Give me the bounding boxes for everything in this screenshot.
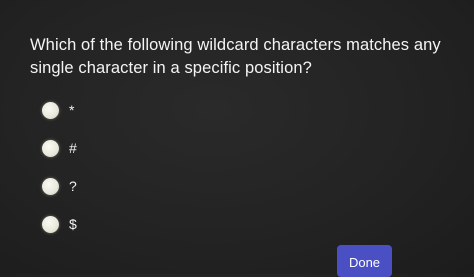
option-hash[interactable]: #	[42, 138, 77, 158]
option-question-mark[interactable]: ?	[42, 176, 77, 196]
option-label: *	[69, 102, 75, 118]
answer-options: * # ? $	[42, 100, 77, 252]
radio-button-asterisk[interactable]	[42, 101, 59, 119]
option-asterisk[interactable]: *	[42, 100, 77, 120]
radio-button-hash[interactable]	[42, 139, 59, 157]
radio-button-question-mark[interactable]	[42, 177, 59, 195]
option-label: ?	[69, 178, 77, 194]
option-label: #	[69, 140, 77, 156]
done-button[interactable]: Done	[337, 245, 392, 277]
option-dollar[interactable]: $	[42, 214, 77, 234]
question-text: Which of the following wildcard characte…	[30, 36, 441, 77]
radio-button-dollar[interactable]	[42, 215, 59, 233]
option-label: $	[69, 216, 77, 232]
